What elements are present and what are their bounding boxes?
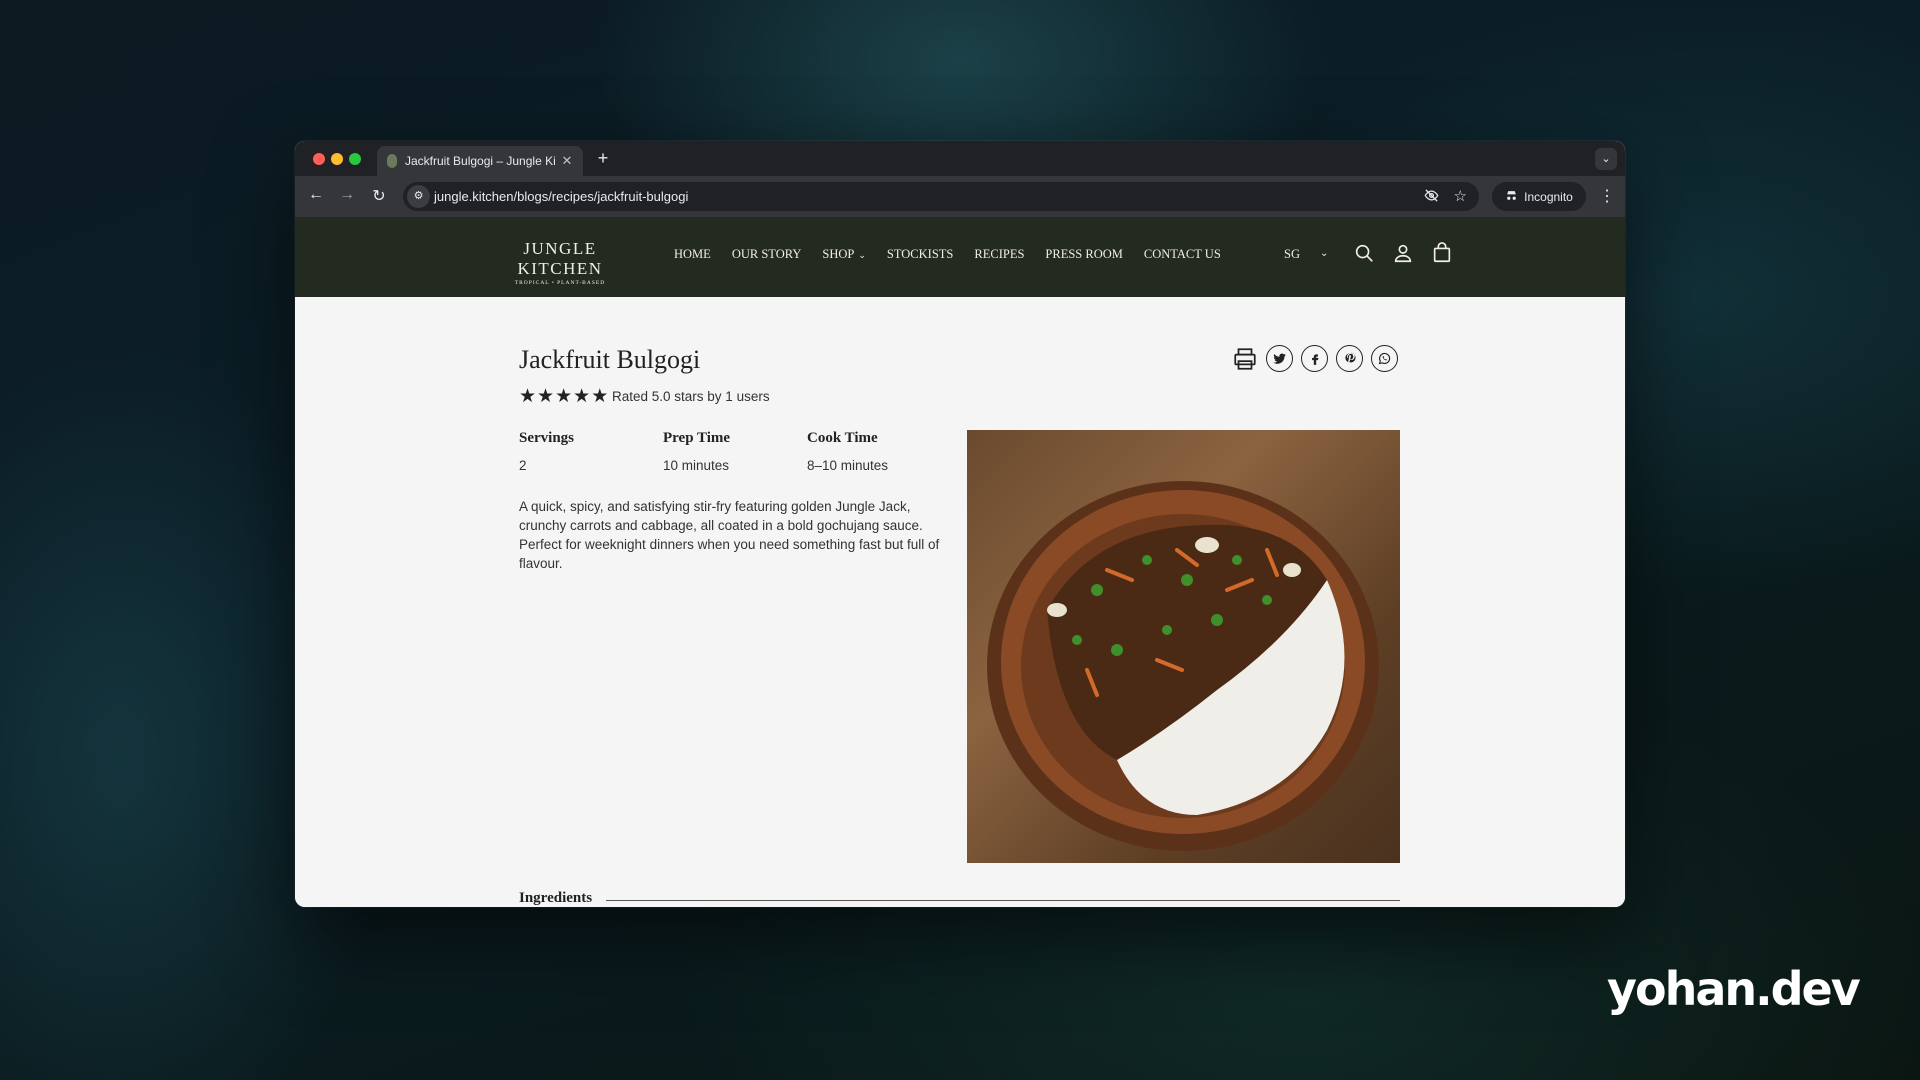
pinterest-icon[interactable]: [1336, 345, 1363, 372]
cart-icon[interactable]: [1431, 242, 1453, 264]
servings-value: 2: [519, 458, 527, 473]
nav-home[interactable]: HOME: [674, 247, 711, 262]
forward-button[interactable]: →: [336, 186, 358, 204]
site-info-icon[interactable]: ⚙: [407, 185, 430, 208]
page-title: Jackfruit Bulgogi: [519, 345, 701, 374]
chevron-down-icon[interactable]: ⌄: [1320, 248, 1328, 259]
twitter-icon[interactable]: [1266, 345, 1293, 372]
star-icon: ★: [537, 386, 555, 407]
maximize-window-button[interactable]: [349, 153, 361, 165]
tracking-protection-icon[interactable]: [1424, 188, 1439, 206]
cook-time-label: Cook Time: [807, 430, 878, 446]
logo-name: JUNGLE KITCHEN: [517, 239, 603, 278]
prep-time-block: Prep Time 10 minutes: [663, 430, 730, 473]
incognito-icon: [1505, 189, 1518, 205]
address-bar[interactable]: ⚙ jungle.kitchen/blogs/recipes/jackfruit…: [403, 182, 1479, 211]
site-favicon-icon: [387, 154, 397, 168]
site-logo[interactable]: JUNGLE KITCHEN TROPICAL • PLANT-BASED: [480, 239, 640, 286]
star-icon: ★: [519, 386, 537, 407]
nav-shop[interactable]: SHOP ⌄: [822, 247, 866, 262]
main-nav: HOME OUR STORY SHOP ⌄ STOCKISTS RECIPES P…: [674, 247, 1221, 262]
new-tab-button[interactable]: +: [593, 148, 613, 169]
prep-time-label: Prep Time: [663, 430, 731, 446]
share-buttons: [1231, 345, 1398, 372]
nav-contact-us[interactable]: CONTACT US: [1144, 247, 1221, 262]
nav-our-story[interactable]: OUR STORY: [732, 247, 802, 262]
browser-titlebar: Jackfruit Bulgogi – Jungle Ki ✕ + ⌄: [295, 141, 1625, 176]
nav-press-room[interactable]: PRESS ROOM: [1045, 247, 1122, 262]
url-text[interactable]: jungle.kitchen/blogs/recipes/jackfruit-b…: [434, 189, 688, 204]
logo-tagline: TROPICAL • PLANT-BASED: [514, 280, 606, 286]
search-icon[interactable]: [1353, 242, 1375, 264]
back-button[interactable]: ←: [305, 186, 327, 204]
servings-block: Servings 2: [519, 430, 574, 473]
cook-time-value: 8–10 minutes: [807, 458, 889, 473]
chevron-down-icon: ⌄: [858, 250, 866, 260]
rating-text: Rated 5.0 stars by 1 users: [612, 389, 770, 404]
watermark: yohan.dev: [1607, 962, 1861, 1016]
browser-menu-icon[interactable]: ⋮: [1599, 186, 1615, 206]
cook-time-block: Cook Time 8–10 minutes: [807, 430, 888, 473]
browser-tab[interactable]: Jackfruit Bulgogi – Jungle Ki ✕: [377, 146, 583, 176]
site-header: JUNGLE KITCHEN TROPICAL • PLANT-BASED HO…: [295, 217, 1625, 297]
recipe-page: Jackfruit Bulgogi ★ ★ ★ ★ ★ Rated 5.0 st…: [295, 297, 1625, 907]
nav-shop-label: SHOP: [822, 247, 855, 261]
browser-window: Jackfruit Bulgogi – Jungle Ki ✕ + ⌄ ← → …: [295, 141, 1625, 907]
reload-button[interactable]: ↻: [368, 186, 390, 206]
star-icon: ★: [591, 386, 609, 407]
recipe-description: A quick, spicy, and satisfying stir-fry …: [519, 499, 940, 571]
rating-stars: ★ ★ ★ ★ ★: [519, 387, 608, 406]
browser-toolbar: ← → ↻ ⚙ jungle.kitchen/blogs/recipes/jac…: [295, 176, 1625, 217]
tab-search-button[interactable]: ⌄: [1595, 148, 1617, 170]
ingredients-label: Ingredients: [519, 890, 593, 906]
account-icon[interactable]: [1392, 242, 1414, 264]
minimize-window-button[interactable]: [331, 153, 343, 165]
bowl-illustration: [987, 481, 1379, 851]
facebook-icon[interactable]: [1301, 345, 1328, 372]
star-icon: ★: [573, 386, 591, 407]
bookmark-star-icon[interactable]: ☆: [1454, 187, 1467, 205]
incognito-label: Incognito: [1524, 189, 1573, 204]
section-divider: [606, 899, 1400, 901]
nav-recipes[interactable]: RECIPES: [974, 247, 1024, 262]
servings-label: Servings: [519, 430, 575, 446]
whatsapp-icon[interactable]: [1371, 345, 1398, 372]
ingredients-heading: Ingredients: [519, 890, 1400, 907]
close-window-button[interactable]: [313, 153, 325, 165]
print-icon[interactable]: [1231, 345, 1258, 372]
star-icon: ★: [555, 386, 573, 407]
tab-title: Jackfruit Bulgogi – Jungle Ki: [405, 154, 556, 168]
nav-stockists[interactable]: STOCKISTS: [887, 247, 953, 262]
region-selector[interactable]: SG: [1284, 247, 1300, 262]
tab-close-icon[interactable]: ✕: [557, 153, 577, 169]
incognito-indicator[interactable]: Incognito: [1492, 182, 1586, 211]
prep-time-value: 10 minutes: [663, 458, 730, 473]
recipe-photo: [967, 430, 1400, 863]
